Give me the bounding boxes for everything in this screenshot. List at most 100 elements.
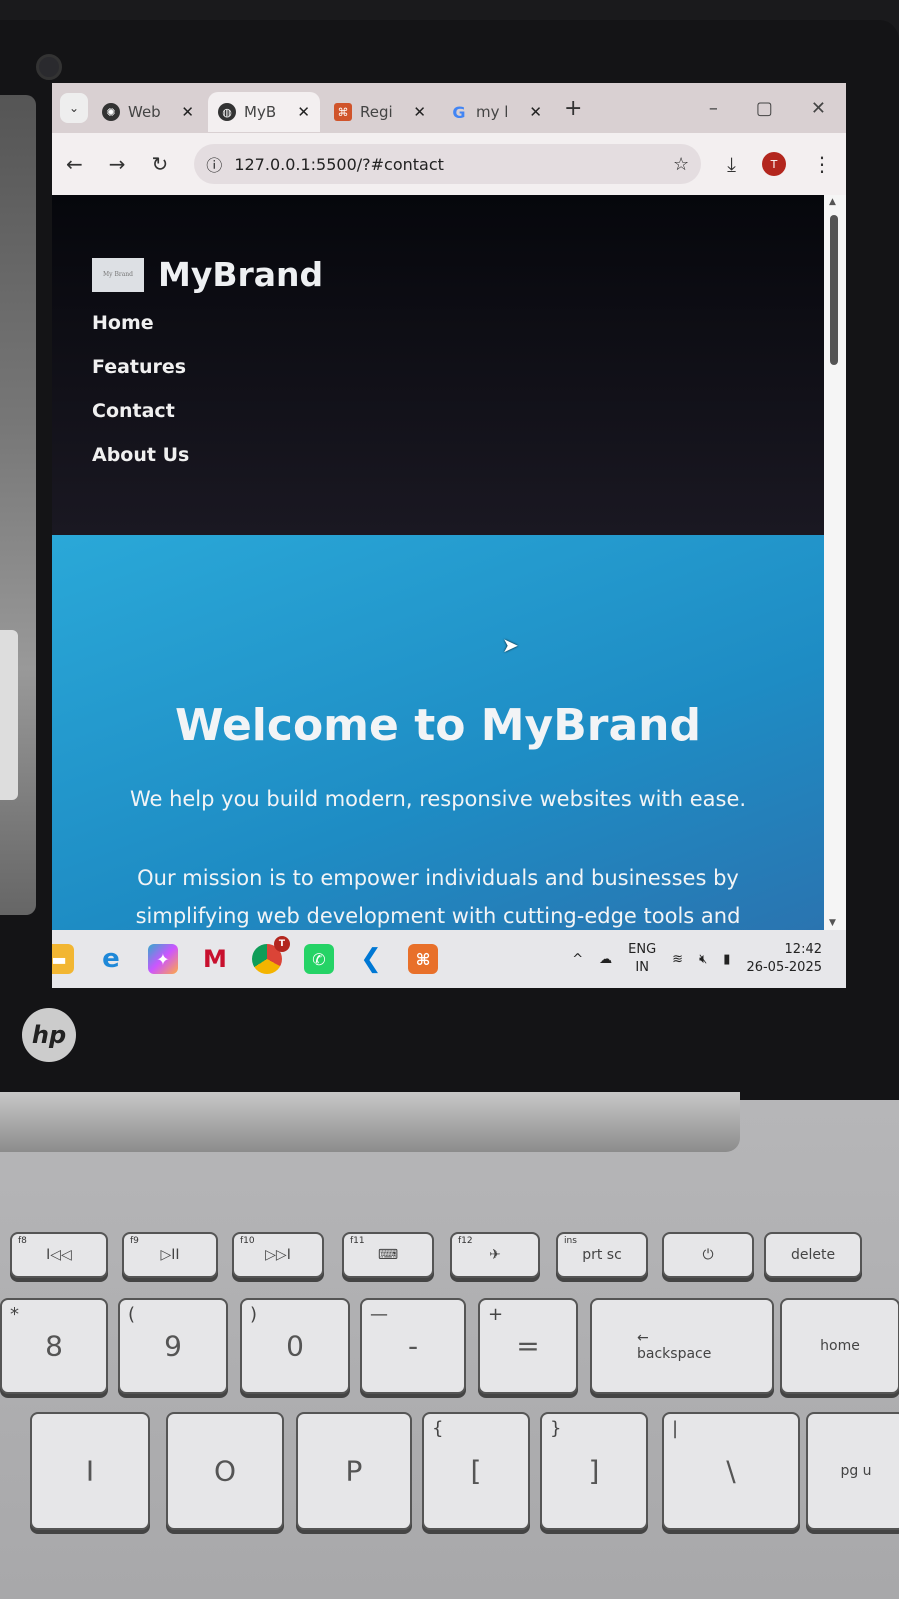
mouse-cursor-icon: ➤: [502, 633, 519, 657]
key[interactable]: I◁◁ f8: [10, 1232, 108, 1278]
key[interactable]: ]}: [540, 1412, 648, 1530]
key[interactable]: = +: [478, 1298, 578, 1394]
key-secondary-label: f12: [458, 1236, 473, 1246]
key[interactable]: home: [780, 1298, 899, 1394]
key-label: I◁◁: [46, 1247, 72, 1263]
show-hidden-icons-chevron-icon[interactable]: ^: [572, 952, 583, 967]
hero-section: Welcome to MyBrand We help you build mod…: [52, 535, 824, 930]
key-secondary-label: {: [432, 1418, 444, 1439]
menu-icon[interactable]: ⋮: [812, 152, 832, 176]
key-label: P: [345, 1454, 363, 1488]
logo-image: My Brand: [92, 257, 144, 292]
nav-home[interactable]: Home: [92, 312, 784, 334]
profile-avatar[interactable]: T: [762, 152, 786, 176]
nav-contact[interactable]: Contact: [92, 400, 784, 422]
key-label: O: [213, 1454, 237, 1488]
file-explorer-icon[interactable]: ▬: [52, 944, 74, 974]
maximize-button[interactable]: ▢: [756, 98, 773, 119]
download-icon[interactable]: ⤓: [727, 152, 736, 176]
scroll-up-icon[interactable]: ▲: [829, 197, 836, 207]
battery-icon[interactable]: ▮: [723, 952, 730, 967]
key-label: 8: [45, 1329, 63, 1363]
key[interactable]: ⏻: [662, 1232, 754, 1278]
key[interactable]: O: [166, 1412, 284, 1530]
chrome-icon[interactable]: T: [252, 936, 290, 974]
tab[interactable]: ✺ Web ✕: [92, 92, 204, 132]
key-label: ▷II: [160, 1247, 180, 1263]
key-label: [: [470, 1454, 482, 1488]
key[interactable]: pg u: [806, 1412, 899, 1530]
tab[interactable]: G my l ✕: [440, 92, 552, 132]
nav-features[interactable]: Features: [92, 356, 784, 378]
tab[interactable]: ⌘ Regi ✕: [324, 92, 436, 132]
close-window-button[interactable]: ✕: [811, 98, 826, 119]
close-tab-icon[interactable]: ✕: [297, 103, 310, 121]
xampp-icon[interactable]: ⌘: [408, 944, 438, 974]
new-tab-button[interactable]: +: [564, 96, 582, 121]
whatsapp-icon[interactable]: ✆: [304, 944, 334, 974]
key[interactable]: 9(: [118, 1298, 228, 1394]
key[interactable]: I: [30, 1412, 150, 1530]
key[interactable]: ▷▷I f10: [232, 1232, 324, 1278]
vscode-icon[interactable]: ❮: [356, 944, 386, 974]
back-button[interactable]: ←: [66, 152, 83, 176]
key[interactable]: - —: [360, 1298, 466, 1394]
site-logo[interactable]: My Brand MyBrand: [92, 255, 784, 294]
key-secondary-label: f9: [130, 1236, 139, 1246]
key[interactable]: ← backspace: [590, 1298, 774, 1394]
key-label: ]: [588, 1454, 600, 1488]
close-tab-icon[interactable]: ✕: [413, 103, 426, 121]
key-label: I: [85, 1454, 95, 1488]
nav-about[interactable]: About Us: [92, 444, 784, 466]
clock[interactable]: 12:42 26-05-2025: [746, 941, 822, 977]
key[interactable]: ✈ f12: [450, 1232, 540, 1278]
taskbar: ▬ e ✦ M T ✆ ❮ ⌘ ^ ☁ ENG IN ≋ 🔇︎ ▮ 12:42 26…: [52, 930, 846, 988]
bookmark-star-icon[interactable]: ☆: [673, 154, 689, 175]
onedrive-cloud-icon[interactable]: ☁: [599, 952, 612, 967]
close-tab-icon[interactable]: ✕: [529, 103, 542, 121]
key[interactable]: ⌨ f11: [342, 1232, 434, 1278]
scroll-down-icon[interactable]: ▼: [829, 918, 836, 928]
key[interactable]: 0): [240, 1298, 350, 1394]
google-icon: G: [452, 102, 466, 122]
key-label: -: [407, 1329, 419, 1363]
mcafee-icon[interactable]: M: [200, 944, 230, 974]
key[interactable]: [{: [422, 1412, 530, 1530]
scrollbar[interactable]: ▲ ▼: [824, 195, 846, 930]
volume-muted-icon[interactable]: 🔇︎: [699, 952, 707, 967]
reload-button[interactable]: ↻: [152, 152, 169, 176]
key-label: home: [820, 1338, 860, 1354]
key[interactable]: prt sc ins: [556, 1232, 648, 1278]
tab-search-button[interactable]: ⌄: [60, 93, 88, 123]
key[interactable]: ▷II f9: [122, 1232, 218, 1278]
webcam: [36, 54, 62, 80]
key[interactable]: 8 *: [0, 1298, 108, 1394]
system-tray: ^ ☁ ENG IN ≋ 🔇︎ ▮ 12:42 26-05-2025: [572, 941, 846, 977]
key-secondary-label: +: [488, 1304, 504, 1325]
background-window: [0, 95, 36, 915]
copilot-icon[interactable]: ✦: [148, 944, 178, 974]
scroll-thumb[interactable]: [830, 215, 838, 365]
chrome-badge: T: [274, 936, 290, 952]
key-secondary-label: (: [128, 1304, 136, 1325]
url-field[interactable]: ⓘ 127.0.0.1:5500/?#contact ☆: [194, 144, 702, 184]
key[interactable]: P: [296, 1412, 412, 1530]
hp-logo: hp: [22, 1008, 76, 1062]
hero-subtitle: We help you build modern, responsive web…: [129, 787, 747, 811]
time-text: 12:42: [784, 941, 822, 957]
key-label: 0: [286, 1329, 304, 1363]
key[interactable]: delete: [764, 1232, 862, 1278]
edge-icon[interactable]: e: [96, 944, 126, 974]
key-label: 9: [164, 1329, 182, 1363]
language-indicator[interactable]: ENG IN: [628, 941, 656, 977]
key[interactable]: \ |: [662, 1412, 800, 1530]
wifi-icon[interactable]: ≋: [672, 952, 683, 967]
forward-button[interactable]: →: [109, 152, 126, 176]
info-icon[interactable]: ⓘ: [206, 152, 222, 176]
minimize-button[interactable]: –: [709, 98, 718, 119]
tab-active[interactable]: ◍ MyB ✕: [208, 92, 320, 132]
key-label: ✈: [489, 1247, 501, 1263]
tab-label: Regi: [360, 103, 393, 121]
close-tab-icon[interactable]: ✕: [181, 103, 194, 121]
lang-text: ENG: [628, 941, 657, 957]
